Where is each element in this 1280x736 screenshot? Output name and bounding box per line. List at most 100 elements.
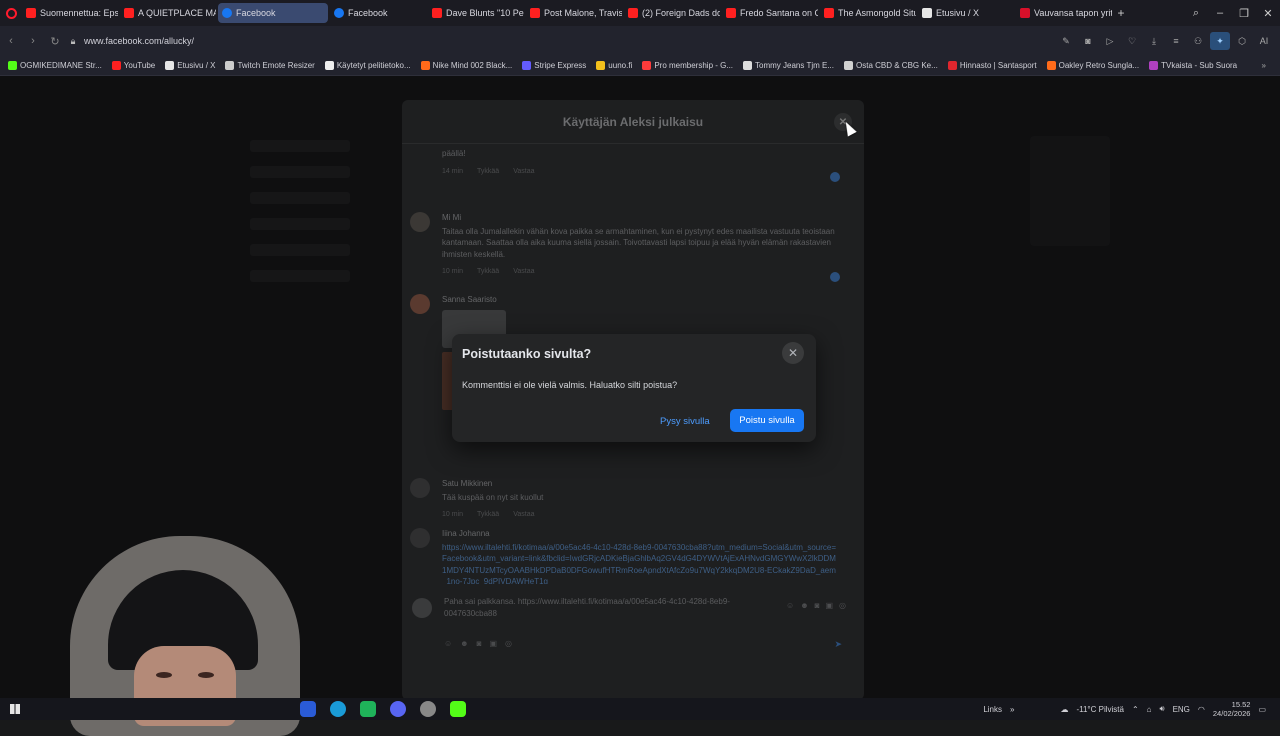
emoji-icon[interactable]: ☻	[800, 600, 808, 612]
avatar-sticker-icon[interactable]: ☺	[444, 638, 452, 650]
send-icon[interactable]: ➤	[834, 638, 842, 650]
forward-icon[interactable]: ›	[22, 35, 44, 47]
reload-icon[interactable]: ↻	[44, 35, 66, 48]
comment-input[interactable]: Paha sai palkkansa. https://www.iltaleht…	[444, 596, 754, 620]
profile-icon[interactable]: ⚇	[1188, 32, 1208, 50]
bookmark-item[interactable]: Oakley Retro Sungla...	[1046, 61, 1139, 70]
ai-icon[interactable]: AI	[1254, 32, 1274, 50]
restore-icon[interactable]: ❐	[1232, 7, 1256, 20]
browser-tab[interactable]: Facebook	[330, 3, 426, 23]
browser-tab[interactable]: Suomennettua: Epstei	[22, 3, 118, 23]
browser-tab[interactable]: A QUIETPLACE MADE	[120, 3, 216, 23]
comment-link[interactable]: https://www.iltalehti.fi/kotimaa/a/00e5a…	[442, 542, 840, 585]
lock-icon[interactable]: 🔒︎	[66, 36, 80, 47]
minimize-icon[interactable]: –	[1208, 7, 1232, 20]
bookmark-item[interactable]: Stripe Express	[522, 61, 586, 70]
browser-tab[interactable]: Fredo Santana on Chic	[722, 3, 818, 23]
tray-expand-icon[interactable]: ⌃	[1132, 705, 1139, 714]
bookmark-item[interactable]: Twitch Emote Resizer	[225, 61, 315, 70]
search-tabs-icon[interactable]: ⌕	[1184, 7, 1208, 20]
emoji-icon[interactable]: ☻	[460, 638, 468, 650]
close-icon[interactable]: ✕	[782, 342, 804, 364]
app-icon[interactable]	[420, 701, 436, 717]
bookmark-item[interactable]: OGMIKEDIMANE Str...	[8, 61, 102, 70]
comment-author[interactable]: Satu Mikkinen	[442, 478, 840, 490]
right-panel	[1030, 136, 1110, 246]
comment-author[interactable]: Sanna Saaristo	[442, 294, 840, 306]
volume-icon[interactable]: 🔊︎	[1160, 704, 1165, 714]
windows-icon	[10, 704, 20, 714]
avatar-sticker-icon[interactable]: ☺	[786, 600, 794, 612]
edit-icon[interactable]: ✎	[1056, 32, 1076, 50]
clock[interactable]: 15.52 24/02/2026	[1213, 700, 1251, 718]
bookmark-item[interactable]: TVkaista - Sub Suora	[1149, 61, 1237, 70]
browser-tab[interactable]: (2) Foreign Dads don't	[624, 3, 720, 23]
discord-icon[interactable]	[390, 701, 406, 717]
wifi-icon[interactable]: ◠	[1198, 705, 1205, 714]
like-link[interactable]: Tykkää	[477, 166, 499, 178]
camera-icon[interactable]: ◙	[477, 638, 482, 650]
avatar[interactable]	[410, 212, 430, 232]
cube-icon[interactable]: ⬡	[1232, 32, 1252, 50]
avatar[interactable]	[410, 528, 430, 548]
leave-page-button[interactable]: Poistu sivulla	[730, 409, 804, 432]
bookmark-item[interactable]: Pro membership - G...	[642, 61, 733, 70]
camera-icon[interactable]: ◙	[815, 600, 820, 612]
bookmark-label: YouTube	[123, 61, 156, 70]
play-icon[interactable]: ▷	[1100, 32, 1120, 50]
reply-link[interactable]: Vastaa	[513, 166, 534, 178]
avatar[interactable]	[410, 478, 430, 498]
sticker-icon[interactable]: ◎	[505, 638, 512, 650]
gif-icon[interactable]: ▣	[489, 638, 497, 650]
reply-link[interactable]: Vastaa	[513, 266, 534, 278]
bookmark-item[interactable]: YouTube	[111, 61, 156, 70]
browser-tab[interactable]: Dave Blunts "10 Percs	[428, 3, 524, 23]
browser-tab[interactable]: Vauvansa tapon yritykse	[1016, 3, 1112, 23]
comment-author[interactable]: Mi Mi	[442, 212, 840, 224]
bookmark-item[interactable]: Osta CBD & CBG Ke...	[844, 61, 938, 70]
bookmark-item[interactable]: Nike Mind 002 Black...	[420, 61, 512, 70]
notifications-icon[interactable]: ▭	[1258, 705, 1266, 714]
reply-link[interactable]: Vastaa	[513, 509, 534, 521]
like-link[interactable]: Tykkää	[477, 266, 499, 278]
bookmark-label: Twitch Emote Resizer	[237, 61, 315, 70]
new-tab-plus-icon[interactable]: +	[1112, 6, 1130, 20]
network-icon[interactable]: ⌂	[1147, 705, 1152, 714]
chevron-icon[interactable]: »	[1010, 705, 1014, 714]
heart-icon[interactable]: ♡	[1122, 32, 1142, 50]
bookmark-item[interactable]: Hinnasto | Santasport	[947, 61, 1037, 70]
address-bar: ‹ › ↻ 🔒︎ www.facebook.com/allucky/ ✎ ◙ ▷…	[0, 26, 1280, 56]
browser-tab[interactable]: Facebook	[218, 3, 328, 23]
weather-text[interactable]: -11°C Pilvistä	[1076, 705, 1124, 714]
bookmarks-more-icon[interactable]: »	[1262, 61, 1280, 70]
opera-logo-icon[interactable]	[0, 0, 22, 26]
browser-tab[interactable]: The Asmongold Situat	[820, 3, 916, 23]
close-window-icon[interactable]: ✕	[1256, 7, 1280, 20]
links-toolbar[interactable]: Links	[983, 705, 1002, 714]
bookmark-label: Käytetyt pelitietoko...	[336, 61, 411, 70]
sticker-icon[interactable]: ◎	[839, 600, 846, 612]
back-icon[interactable]: ‹	[0, 35, 22, 47]
bookmark-item[interactable]: uuno.fi	[596, 61, 632, 70]
kick-icon[interactable]	[450, 701, 466, 717]
gif-icon[interactable]: ▣	[825, 600, 833, 612]
download-icon[interactable]: ⤓	[1144, 32, 1164, 50]
bookmark-item[interactable]: Käytetyt pelitietoko...	[324, 61, 411, 70]
avatar[interactable]	[410, 294, 430, 314]
camera-icon[interactable]: ◙	[1078, 32, 1098, 50]
browser-tab[interactable]: Post Malone, Travis Sc	[526, 3, 622, 23]
bookmark-item[interactable]: Tommy Jeans Tjm E...	[743, 61, 834, 70]
url-field[interactable]: www.facebook.com/allucky/	[84, 36, 194, 46]
comment-author[interactable]: Iiina Johanna	[442, 528, 840, 540]
app-icon[interactable]	[360, 701, 376, 717]
app-icon[interactable]	[300, 701, 316, 717]
start-button[interactable]	[0, 704, 30, 714]
bookmark-item[interactable]: Etusivu / X	[165, 61, 215, 70]
stay-on-page-button[interactable]: Pysy sivulla	[654, 411, 716, 431]
edge-icon[interactable]	[330, 701, 346, 717]
browser-tab[interactable]: Etusivu / X	[918, 3, 1014, 23]
like-link[interactable]: Tykkää	[477, 509, 499, 521]
extension-icon[interactable]: ✦	[1210, 32, 1230, 50]
menu-icon[interactable]: ≡	[1166, 32, 1186, 50]
language-indicator[interactable]: ENG	[1173, 705, 1190, 714]
